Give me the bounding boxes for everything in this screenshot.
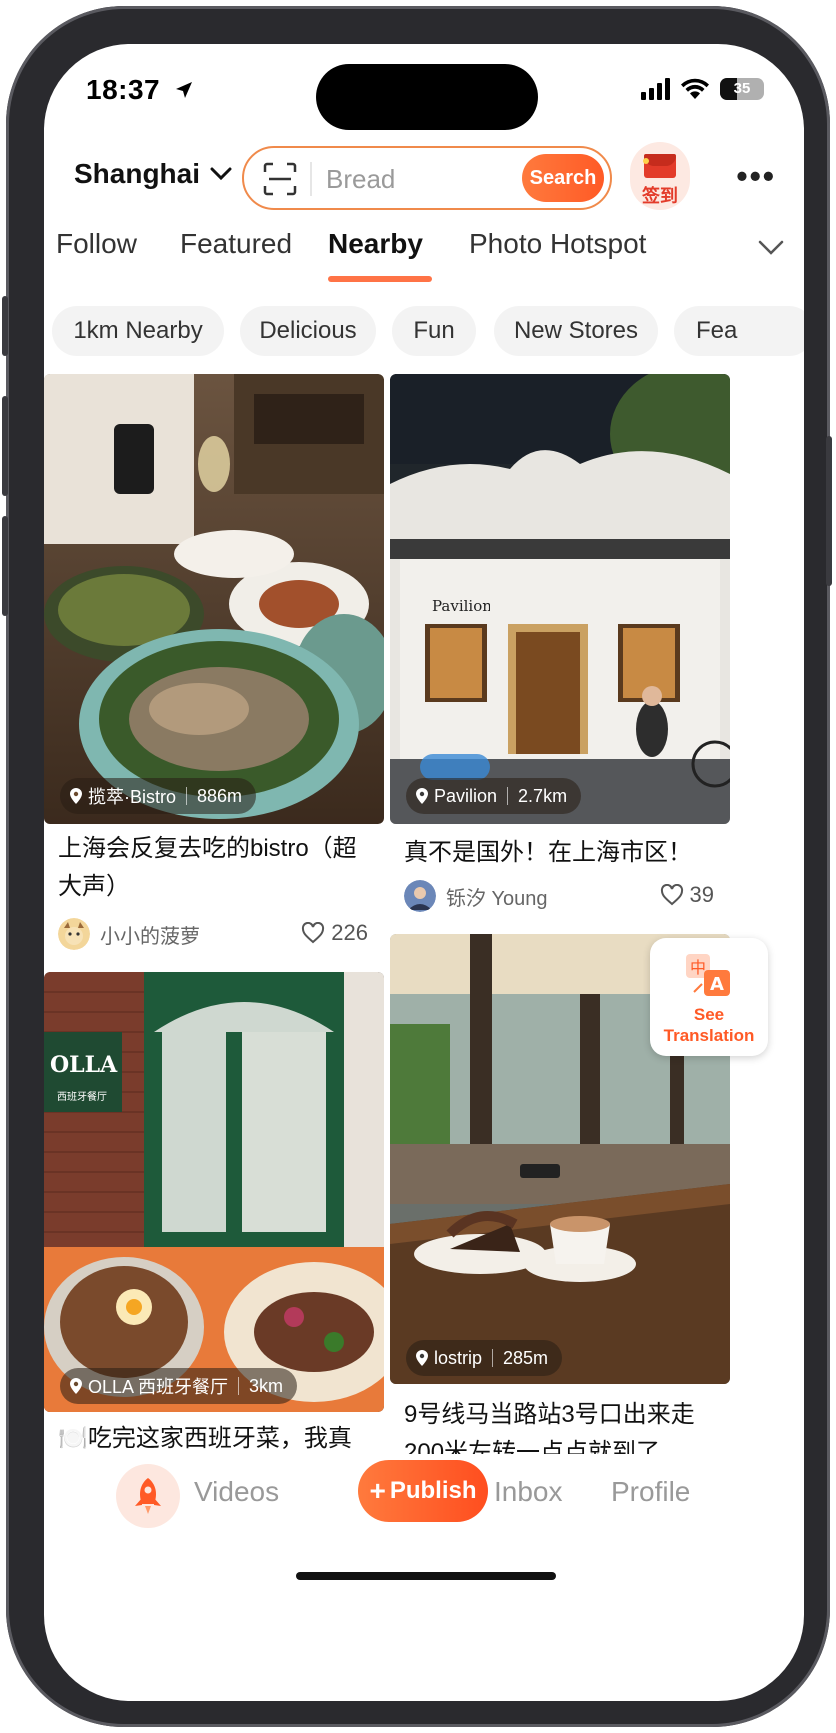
- feed-tabs: Follow Featured Nearby Photo Hotspot: [44, 220, 804, 282]
- like-button[interactable]: 226: [301, 920, 368, 946]
- chip-featured[interactable]: Fea: [674, 306, 804, 356]
- search-bar[interactable]: Bread Search: [242, 146, 612, 210]
- location-pin-icon: [70, 788, 82, 804]
- distance: 886m: [197, 785, 243, 806]
- translate-icon: 中 A: [686, 954, 730, 996]
- post-title: 9号线马当路站3号口出来走200米左转一点点就到了: [404, 1401, 695, 1454]
- red-envelope-icon: [644, 154, 676, 178]
- post-image: [44, 374, 384, 824]
- location-arrow-icon: [176, 82, 193, 98]
- post-author[interactable]: 铄汐 Young: [404, 880, 548, 912]
- nav-videos[interactable]: Videos: [194, 1476, 279, 1508]
- tab-featured[interactable]: Featured: [180, 228, 292, 260]
- svg-text:中: 中: [690, 958, 706, 977]
- svg-text:Pavilion: Pavilion: [432, 597, 490, 615]
- avatar: [404, 880, 436, 912]
- search-input[interactable]: Bread: [326, 164, 395, 195]
- author-name: 铄汐 Young: [446, 887, 548, 910]
- location-tag: OLLA 西班牙餐厅 3km: [60, 1368, 298, 1404]
- distance: 3km: [249, 1375, 284, 1396]
- battery-icon: 35: [720, 78, 764, 100]
- active-tab-indicator: [328, 276, 432, 282]
- city-label: Shanghai: [74, 158, 201, 189]
- checkin-label: 签到: [642, 186, 678, 206]
- home-button[interactable]: [116, 1464, 180, 1528]
- wifi-icon: [681, 78, 709, 99]
- author-name: 小小的菠萝: [100, 925, 200, 948]
- heart-icon: [302, 922, 325, 944]
- feed: 揽萃·Bistro 886m 上海会反复去吃的bistro（超大声） 小小的菠萝…: [44, 374, 804, 1454]
- side-button: [2, 296, 8, 356]
- location-pin-icon: [416, 788, 428, 804]
- publish-label: Publish: [389, 1477, 477, 1504]
- rocket-icon: [135, 1478, 161, 1514]
- post-title: 上海会反复去吃的bistro（超大声）: [58, 835, 357, 900]
- top-bar: Shanghai Bread Search 签到 •••: [44, 136, 804, 216]
- like-count: 39: [689, 882, 714, 907]
- see-translation-label: See Translation: [663, 1005, 755, 1045]
- publish-button[interactable]: + Publish: [358, 1460, 488, 1522]
- location-pin-icon: [70, 1378, 82, 1394]
- post-card[interactable]: OLLA 西班牙餐厅 OLLA 西班牙餐厅 3km 🍽️吃完这家西班牙菜，我真: [44, 972, 384, 1454]
- location-pin-icon: [416, 1350, 428, 1366]
- plus-icon: +: [369, 1475, 386, 1506]
- like-count: 226: [331, 920, 368, 945]
- more-options-icon[interactable]: •••: [736, 158, 776, 195]
- time-text: 18:37: [86, 74, 161, 105]
- nav-profile[interactable]: Profile: [611, 1476, 690, 1508]
- status-icons: 35: [641, 78, 764, 100]
- post-image: [44, 972, 384, 1412]
- chevron-down-icon: [210, 167, 232, 181]
- chevron-down-icon[interactable]: [758, 240, 784, 256]
- post-card[interactable]: 揽萃·Bistro 886m 上海会反复去吃的bistro（超大声） 小小的菠萝…: [44, 374, 384, 962]
- olla-sign-subtitle: 西班牙餐厅: [57, 1092, 107, 1103]
- city-selector[interactable]: Shanghai: [74, 158, 232, 190]
- search-divider: [310, 162, 312, 196]
- status-time: 18:37: [86, 74, 194, 106]
- avatar: [58, 918, 90, 950]
- post-title: 真不是国外！在上海市区！: [404, 839, 692, 866]
- distance: 285m: [503, 1347, 549, 1368]
- nav-inbox[interactable]: Inbox: [494, 1476, 563, 1508]
- location-tag: Pavilion 2.7km: [406, 778, 582, 814]
- tab-photo-hotspot[interactable]: Photo Hotspot: [469, 228, 646, 260]
- pavilion-sign: Pavilion: [432, 597, 490, 615]
- filter-chips: 1km Nearby Delicious Fun New Stores Fea: [44, 306, 804, 356]
- screen: 18:37 35 Shanghai Bread Search 签到 ••• Fo…: [44, 44, 804, 1701]
- location-name: OLLA 西班牙餐厅: [88, 1377, 229, 1397]
- post-title: 🍽️吃完这家西班牙菜，我真: [58, 1425, 352, 1452]
- phone-frame: 18:37 35 Shanghai Bread Search 签到 ••• Fo…: [2, 6, 832, 1727]
- location-tag: 揽萃·Bistro 886m: [60, 778, 257, 814]
- bottom-nav: Videos + Publish Inbox Profile: [44, 1454, 804, 1544]
- side-button: [2, 516, 8, 616]
- side-button: [2, 396, 8, 496]
- cellular-signal-icon: [641, 78, 670, 100]
- location-name: Pavilion: [434, 785, 498, 806]
- distance: 2.7km: [518, 785, 568, 806]
- like-button[interactable]: 39: [660, 882, 714, 908]
- location-name: lostrip: [434, 1347, 483, 1368]
- location-name: 揽萃·Bistro: [88, 787, 177, 807]
- post-author[interactable]: 小小的菠萝: [58, 918, 200, 950]
- olla-sign: OLLA: [50, 1052, 118, 1078]
- chip-1km-nearby[interactable]: 1km Nearby: [52, 306, 224, 356]
- see-translation-button[interactable]: 中 A See Translation: [650, 938, 768, 1056]
- chip-new-stores[interactable]: New Stores: [494, 306, 658, 356]
- tab-nearby[interactable]: Nearby: [328, 228, 423, 260]
- checkin-button[interactable]: 签到: [630, 142, 690, 210]
- location-tag: lostrip 285m: [406, 1340, 563, 1376]
- chip-fun[interactable]: Fun: [392, 306, 476, 356]
- search-button[interactable]: Search: [522, 154, 604, 202]
- heart-icon: [660, 884, 683, 906]
- tab-follow[interactable]: Follow: [56, 228, 137, 260]
- chip-delicious[interactable]: Delicious: [240, 306, 376, 356]
- scan-icon[interactable]: [262, 161, 298, 197]
- svg-text:A: A: [710, 974, 724, 995]
- home-indicator: [296, 1572, 556, 1580]
- side-button: [826, 436, 832, 586]
- dynamic-island: [316, 64, 538, 130]
- battery-level: 35: [733, 80, 751, 97]
- post-card[interactable]: Pavilion Pavilion 2.7km 真不是国外！在上海市区！ 铄汐 …: [390, 374, 730, 926]
